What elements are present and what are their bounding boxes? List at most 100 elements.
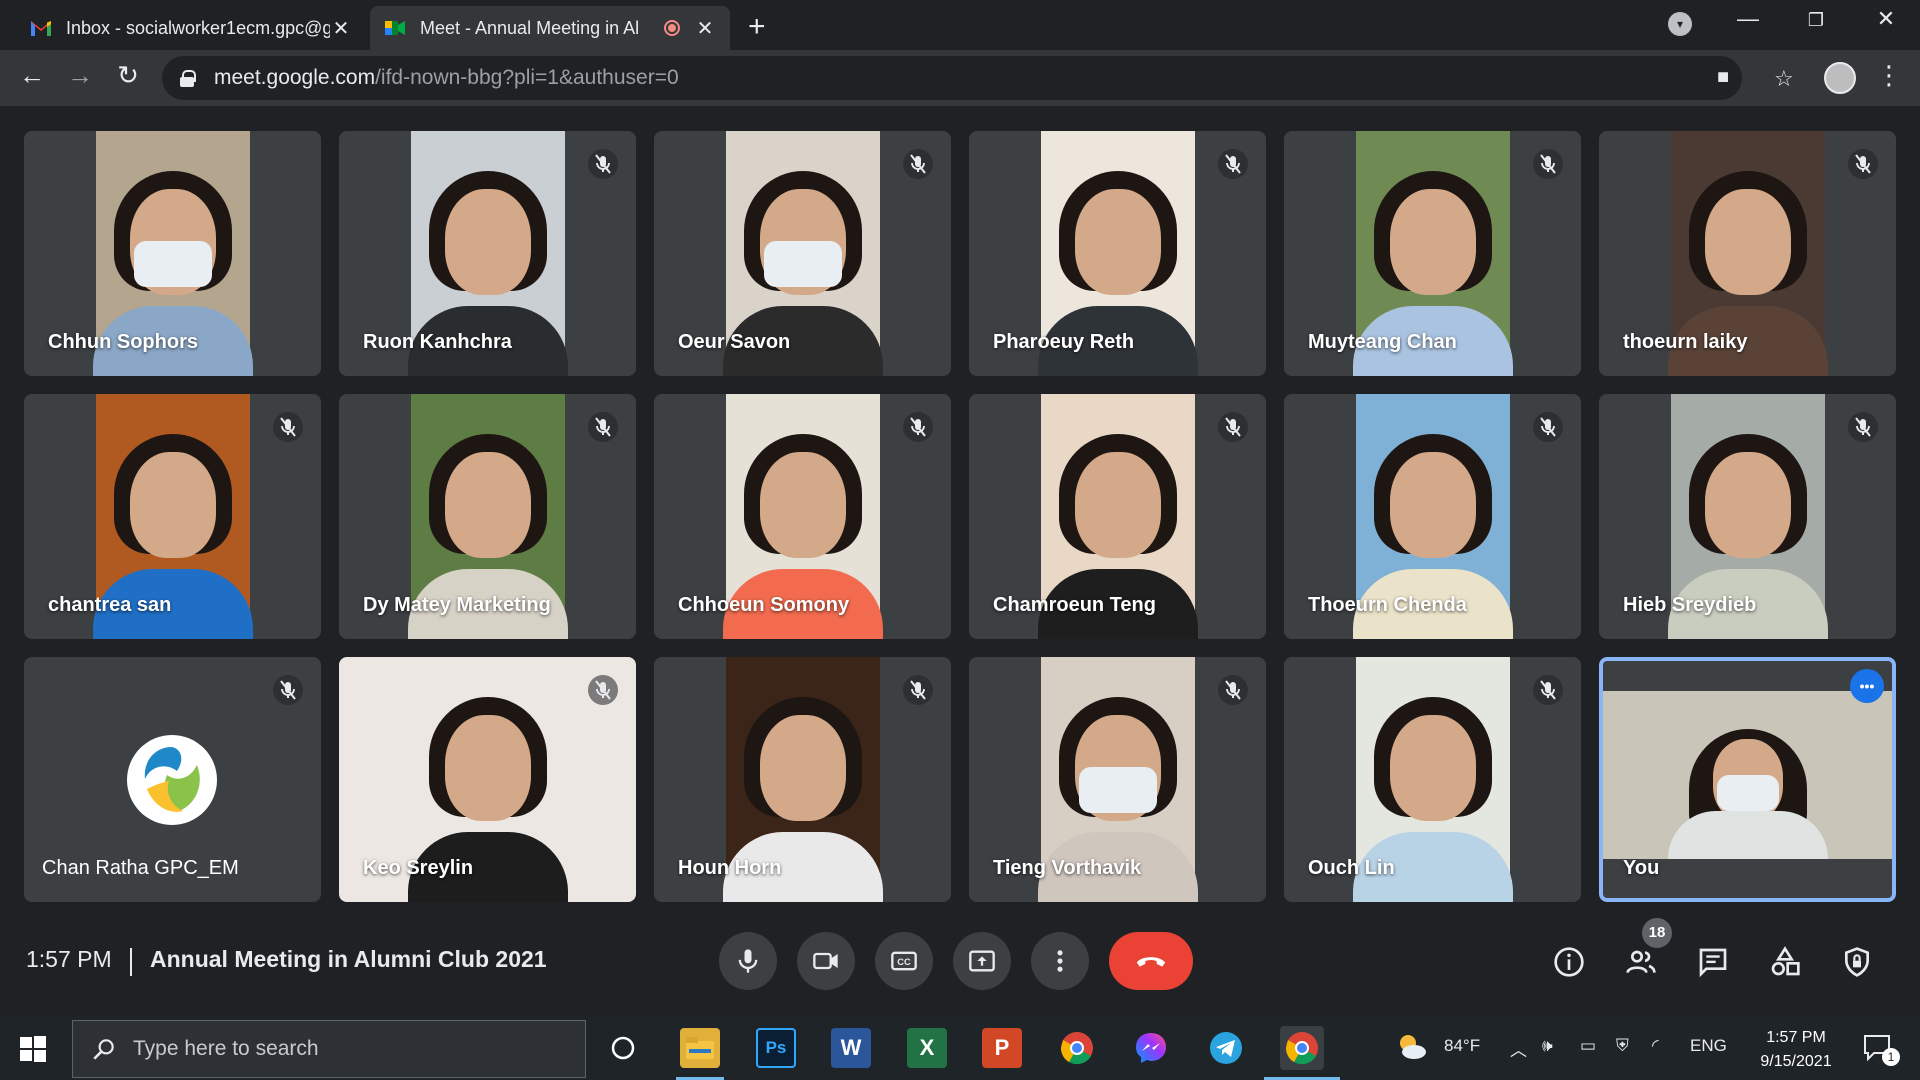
mic-icon (738, 949, 758, 973)
word-icon[interactable]: W (831, 1028, 871, 1068)
file-explorer-icon[interactable] (680, 1028, 720, 1068)
windows-start-icon[interactable] (20, 1036, 46, 1062)
participant-tile[interactable]: thoeurn laiky (1599, 131, 1896, 376)
mic-off-icon (1218, 675, 1248, 705)
cortana-icon[interactable] (603, 1028, 643, 1068)
info-icon (1554, 947, 1584, 977)
weather-icon[interactable] (1396, 1032, 1428, 1067)
mic-off-icon (1218, 149, 1248, 179)
chat-button[interactable] (1693, 942, 1733, 982)
participant-name: Dy Matey Marketing (363, 594, 551, 616)
chrome-icon[interactable] (1057, 1028, 1097, 1068)
mic-off-icon (1848, 412, 1878, 442)
browser-menu-icon[interactable]: ⋮ (1876, 60, 1902, 91)
activities-icon (1771, 946, 1800, 976)
participant-name: You (1623, 857, 1660, 879)
participant-tile[interactable]: Chhun Sophors (24, 131, 321, 376)
battery-icon[interactable]: ▭ (1580, 1036, 1596, 1056)
photoshop-icon[interactable]: Ps (756, 1028, 796, 1068)
tab-inbox[interactable]: Inbox - socialworker1ecm.gpc@g ✕ (16, 6, 366, 50)
powerpoint-icon[interactable]: P (982, 1028, 1022, 1068)
chrome-active-icon[interactable] (1280, 1026, 1324, 1070)
taskbar-clock[interactable]: 1:57 PM 9/15/2021 (1748, 1026, 1844, 1074)
participant-name: chantrea san (48, 594, 172, 616)
participant-tile[interactable]: Chamroeun Teng (969, 394, 1266, 639)
close-tab-icon[interactable]: ✕ (330, 16, 352, 41)
participant-name: Chhoeun Somony (678, 594, 850, 616)
browser-toolbar: ← → ↻ meet.google.com /ifd-nown-bbg?pli=… (0, 50, 1920, 106)
more-options-icon (1057, 950, 1063, 972)
captions-button[interactable]: CC (875, 932, 933, 990)
telegram-icon[interactable] (1206, 1028, 1246, 1068)
participant-name: Pharoeuy Reth (993, 331, 1135, 353)
participant-tile[interactable]: Hieb Sreydieb (1599, 394, 1896, 639)
end-call-button[interactable] (1109, 932, 1193, 990)
taskbar-search-box[interactable]: Type here to search (72, 1020, 586, 1078)
close-window-icon[interactable]: ✕ (1866, 6, 1906, 32)
captions-icon: CC (891, 951, 917, 971)
new-tab-button[interactable]: + (748, 10, 766, 44)
participant-tile[interactable]: chantrea san (24, 394, 321, 639)
people-button[interactable] (1621, 942, 1661, 982)
chat-icon (1699, 948, 1727, 978)
mic-off-icon (1218, 412, 1248, 442)
more-options-button[interactable] (1031, 932, 1089, 990)
people-icon (1626, 950, 1656, 974)
meeting-control-bar: 1:57 PM Annual Meeting in Alumni Club 20… (0, 920, 1920, 1016)
participant-tile[interactable]: Dy Matey Marketing (339, 394, 636, 639)
participant-tile[interactable]: Muyteang Chan (1284, 131, 1581, 376)
mic-off-icon (588, 149, 618, 179)
minimize-icon[interactable]: — (1728, 6, 1768, 32)
present-button[interactable] (953, 932, 1011, 990)
divider (130, 948, 132, 976)
participant-tile[interactable]: Chan Ratha GPC_EM (24, 657, 321, 902)
participant-tile[interactable]: Ruon Kanhchra (339, 131, 636, 376)
participant-tile[interactable]: Pharoeuy Reth (969, 131, 1266, 376)
host-controls-button[interactable] (1837, 942, 1877, 982)
language-indicator[interactable]: ENG (1690, 1036, 1727, 1056)
activities-button[interactable] (1765, 942, 1805, 982)
participant-name: thoeurn laiky (1623, 331, 1748, 353)
chevron-up-icon[interactable]: ︿ (1510, 1036, 1527, 1061)
participant-tile[interactable]: Houn Horn (654, 657, 951, 902)
address-bar[interactable]: meet.google.com /ifd-nown-bbg?pli=1&auth… (162, 56, 1794, 100)
profile-avatar[interactable] (1824, 62, 1856, 94)
participant-tile[interactable]: Ouch Lin (1284, 657, 1581, 902)
participant-tile[interactable]: Oeur Savon (654, 131, 951, 376)
participant-name: Houn Horn (678, 857, 782, 879)
mic-off-icon (1533, 412, 1563, 442)
svg-text:CC: CC (897, 957, 911, 967)
bookmark-star-icon[interactable]: ☆ (1774, 66, 1794, 92)
meeting-details-button[interactable] (1549, 942, 1589, 982)
participant-tile[interactable]: Keo Sreylin (339, 657, 636, 902)
volume-icon[interactable]: 🕪 (1542, 1036, 1553, 1056)
close-tab-icon[interactable]: ✕ (694, 16, 716, 41)
mic-button[interactable] (719, 932, 777, 990)
host-controls-icon (1845, 947, 1869, 977)
restore-icon[interactable]: ❐ (1796, 10, 1836, 31)
back-icon[interactable]: ← (14, 60, 50, 91)
participant-tile[interactable]: Tieng Vorthavik (969, 657, 1266, 902)
participant-tile[interactable]: Chhoeun Somony (654, 394, 951, 639)
forward-icon[interactable]: → (62, 60, 98, 91)
participant-tile[interactable]: Thoeurn Chenda (1284, 394, 1581, 639)
notification-count: 1 (1882, 1048, 1900, 1066)
messenger-icon[interactable] (1131, 1028, 1171, 1068)
end-call-icon (1136, 957, 1166, 967)
camera-button[interactable] (797, 932, 855, 990)
lock-icon (180, 70, 196, 87)
reload-icon[interactable]: ↻ (110, 60, 146, 91)
self-video-tile[interactable]: You ••• (1599, 657, 1896, 902)
tile-more-options-icon[interactable]: ••• (1850, 669, 1884, 703)
notification-icon[interactable]: 1 (1862, 1032, 1900, 1067)
tab-meet[interactable]: Meet - Annual Meeting in Al ✕ (370, 6, 730, 50)
weather-temp: 84°F (1444, 1036, 1481, 1055)
camera-permission-icon[interactable]: ■ (1717, 66, 1729, 89)
present-icon (969, 950, 995, 972)
wifi-icon[interactable]: ◜ (1652, 1036, 1659, 1056)
mic-off-icon (1848, 149, 1878, 179)
tab-search-icon[interactable]: ▾ (1668, 12, 1692, 36)
excel-icon[interactable]: X (907, 1028, 947, 1068)
security-shield-icon[interactable]: ⛨ (1616, 1036, 1629, 1056)
taskbar-time: 1:57 PM (1766, 1029, 1826, 1046)
